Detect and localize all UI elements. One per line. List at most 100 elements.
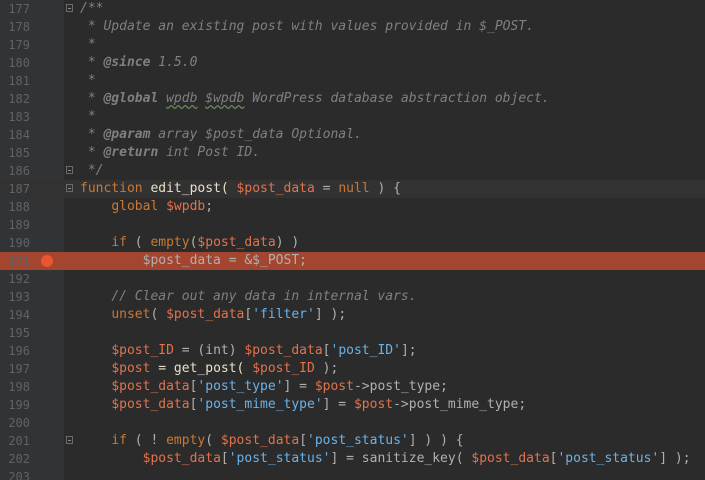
breakpoint-icon[interactable] [41, 255, 53, 267]
code-token: ->post_mime_type; [393, 397, 527, 412]
code-token: empty [150, 235, 190, 250]
code-text: * @return int Post ID. [80, 144, 260, 162]
line-number[interactable]: 191 [0, 252, 30, 270]
code-text: $post_data = &$_POST; [80, 252, 307, 270]
code-line[interactable]: 199 $post_data['post_mime_type'] = $post… [0, 396, 705, 414]
line-number[interactable]: 190 [0, 234, 30, 252]
code-line[interactable]: 201 if ( ! empty( $post_data['post_statu… [0, 432, 705, 450]
code-line[interactable]: 198 $post_data['post_type'] = $post->pos… [0, 378, 705, 396]
code-token: ->post_type; [353, 379, 448, 394]
code-line[interactable]: 196 $post_ID = (int) $post_data['post_ID… [0, 342, 705, 360]
code-line[interactable]: 186 */ [0, 162, 705, 180]
code-text: * [80, 36, 96, 54]
fold-toggle-icon[interactable] [66, 166, 73, 174]
code-line[interactable]: 185 * @return int Post ID. [0, 144, 705, 162]
code-line[interactable]: 188 global $wpdb; [0, 198, 705, 216]
code-editor[interactable]: 177 /** 178 * Update an existing post with… [0, 0, 705, 480]
code-line[interactable]: 203 [0, 468, 705, 480]
code-line[interactable]: 193 // Clear out any data in internal va… [0, 288, 705, 306]
code-line[interactable]: 181 * [0, 72, 705, 90]
code-token: $post_data [471, 451, 550, 466]
code-line[interactable]: 183 * [0, 108, 705, 126]
code-line[interactable]: 180 * @since 1.5.0 [0, 54, 705, 72]
code-token: * [80, 91, 104, 106]
code-lines: 177 /** 178 * Update an existing post with… [0, 0, 705, 480]
fold-toggle-icon[interactable] [66, 184, 73, 192]
code-text: $post_data['post_type'] = $post->post_ty… [80, 378, 448, 396]
line-number[interactable]: 177 [0, 0, 30, 18]
line-number[interactable]: 198 [0, 378, 30, 396]
code-line[interactable]: 194 unset( $post_data['filter'] ); [0, 306, 705, 324]
code-token: 'post_ID' [330, 343, 401, 358]
line-number[interactable]: 181 [0, 72, 30, 90]
code-token: WordPress database abstraction object. [244, 91, 550, 106]
code-line[interactable]: 177 /** [0, 0, 705, 18]
code-token: * [80, 145, 104, 160]
code-text: // Clear out any data in internal vars. [80, 288, 417, 306]
fold-toggle-icon[interactable] [66, 436, 73, 444]
line-number[interactable]: 178 [0, 18, 30, 36]
line-number[interactable]: 195 [0, 324, 30, 342]
code-token: ) { [369, 181, 401, 196]
code-token: */ [80, 163, 104, 178]
code-token: = [314, 181, 339, 196]
code-token: if [111, 235, 127, 250]
line-number[interactable]: 202 [0, 450, 30, 468]
line-number[interactable]: 196 [0, 342, 30, 360]
code-token: 'filter' [252, 307, 315, 322]
code-line[interactable]: 190 if ( empty($post_data) ) [0, 234, 705, 252]
code-token: $post_ID [111, 343, 174, 358]
breakpoint-code-line[interactable]: 191 $post_data = &$_POST; [0, 252, 705, 270]
code-text: $post_data['post_status'] = sanitize_key… [80, 450, 691, 468]
fold-toggle-icon[interactable] [66, 4, 73, 12]
code-text: $post_ID = (int) $post_data['post_ID']; [80, 342, 416, 360]
code-token: edit_post( [142, 181, 237, 196]
line-number[interactable]: 199 [0, 396, 30, 414]
line-number[interactable]: 200 [0, 414, 30, 432]
code-token: [ [220, 451, 229, 466]
line-number[interactable]: 183 [0, 108, 30, 126]
code-line[interactable]: 195 [0, 324, 705, 342]
code-token: $post_data [244, 343, 323, 358]
line-number[interactable]: 194 [0, 306, 30, 324]
code-line[interactable]: 184 * @param array $post_data Optional. [0, 126, 705, 144]
line-number[interactable]: 197 [0, 360, 30, 378]
line-number[interactable]: 188 [0, 198, 30, 216]
line-number[interactable]: 184 [0, 126, 30, 144]
line-number[interactable]: 192 [0, 270, 30, 288]
code-token: * Update an existing post with values pr… [80, 19, 534, 34]
code-token: ] ) ) { [408, 433, 464, 448]
code-line[interactable]: 178 * Update an existing post with value… [0, 18, 705, 36]
line-number[interactable]: 180 [0, 54, 30, 72]
code-line[interactable]: 200 [0, 414, 705, 432]
code-token: $post_data [111, 379, 190, 394]
code-token: global [111, 199, 159, 214]
code-token: wpdb [166, 91, 198, 106]
line-number[interactable]: 185 [0, 144, 30, 162]
code-line[interactable]: 179 * [0, 36, 705, 54]
line-number[interactable]: 186 [0, 162, 30, 180]
code-token: empty [166, 433, 206, 448]
code-line[interactable]: 192 [0, 270, 705, 288]
code-line[interactable]: 187 function edit_post( $post_data = null… [0, 180, 705, 198]
code-token: * [80, 73, 96, 88]
code-token: $post_data [236, 181, 315, 196]
code-line[interactable]: 189 [0, 216, 705, 234]
line-number[interactable]: 203 [0, 468, 30, 480]
line-number[interactable]: 182 [0, 90, 30, 108]
line-number[interactable]: 193 [0, 288, 30, 306]
code-line[interactable]: 182 * @global wpdb $wpdb WordPress datab… [0, 90, 705, 108]
code-token: // Clear out any data in internal vars. [111, 289, 417, 304]
line-number[interactable]: 187 [0, 180, 30, 198]
code-token: ] = [322, 397, 354, 412]
code-line[interactable]: 197 $post = get_post( $post_ID ); [0, 360, 705, 378]
code-line[interactable]: 202 $post_data['post_status'] = sanitize… [0, 450, 705, 468]
code-token: $post_data [111, 397, 190, 412]
code-token: null [338, 181, 370, 196]
line-number[interactable]: 201 [0, 432, 30, 450]
line-number[interactable]: 189 [0, 216, 30, 234]
line-number[interactable]: 179 [0, 36, 30, 54]
